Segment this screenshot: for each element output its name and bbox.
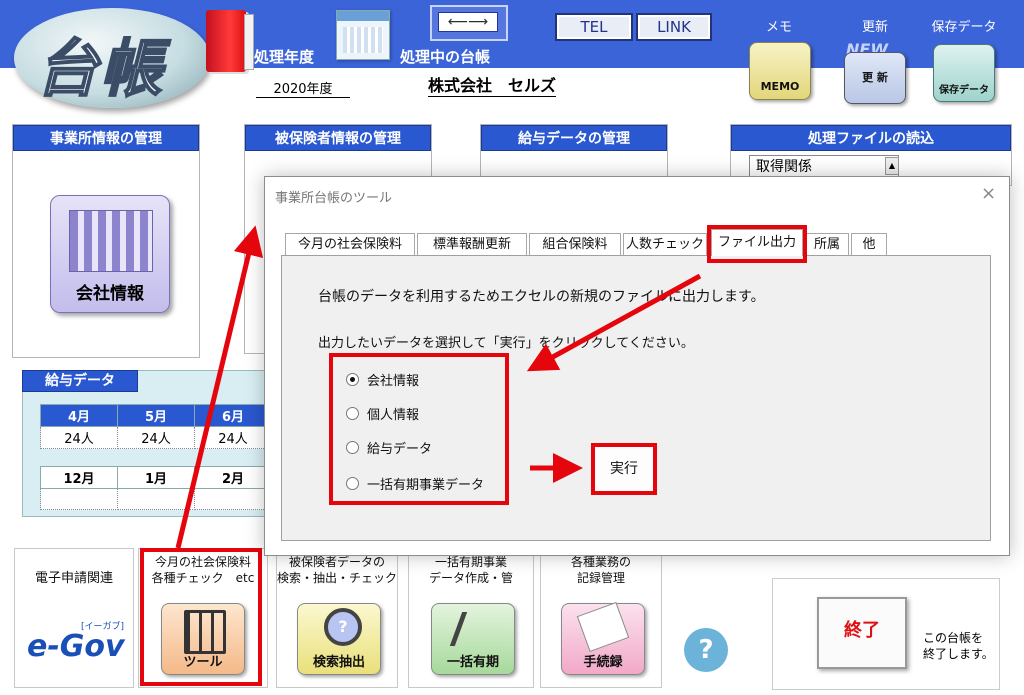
annotation-arrows [175, 225, 702, 549]
arrow-to-options [526, 273, 702, 372]
arrow-to-tab [175, 225, 264, 549]
tab-highlight [707, 225, 807, 263]
